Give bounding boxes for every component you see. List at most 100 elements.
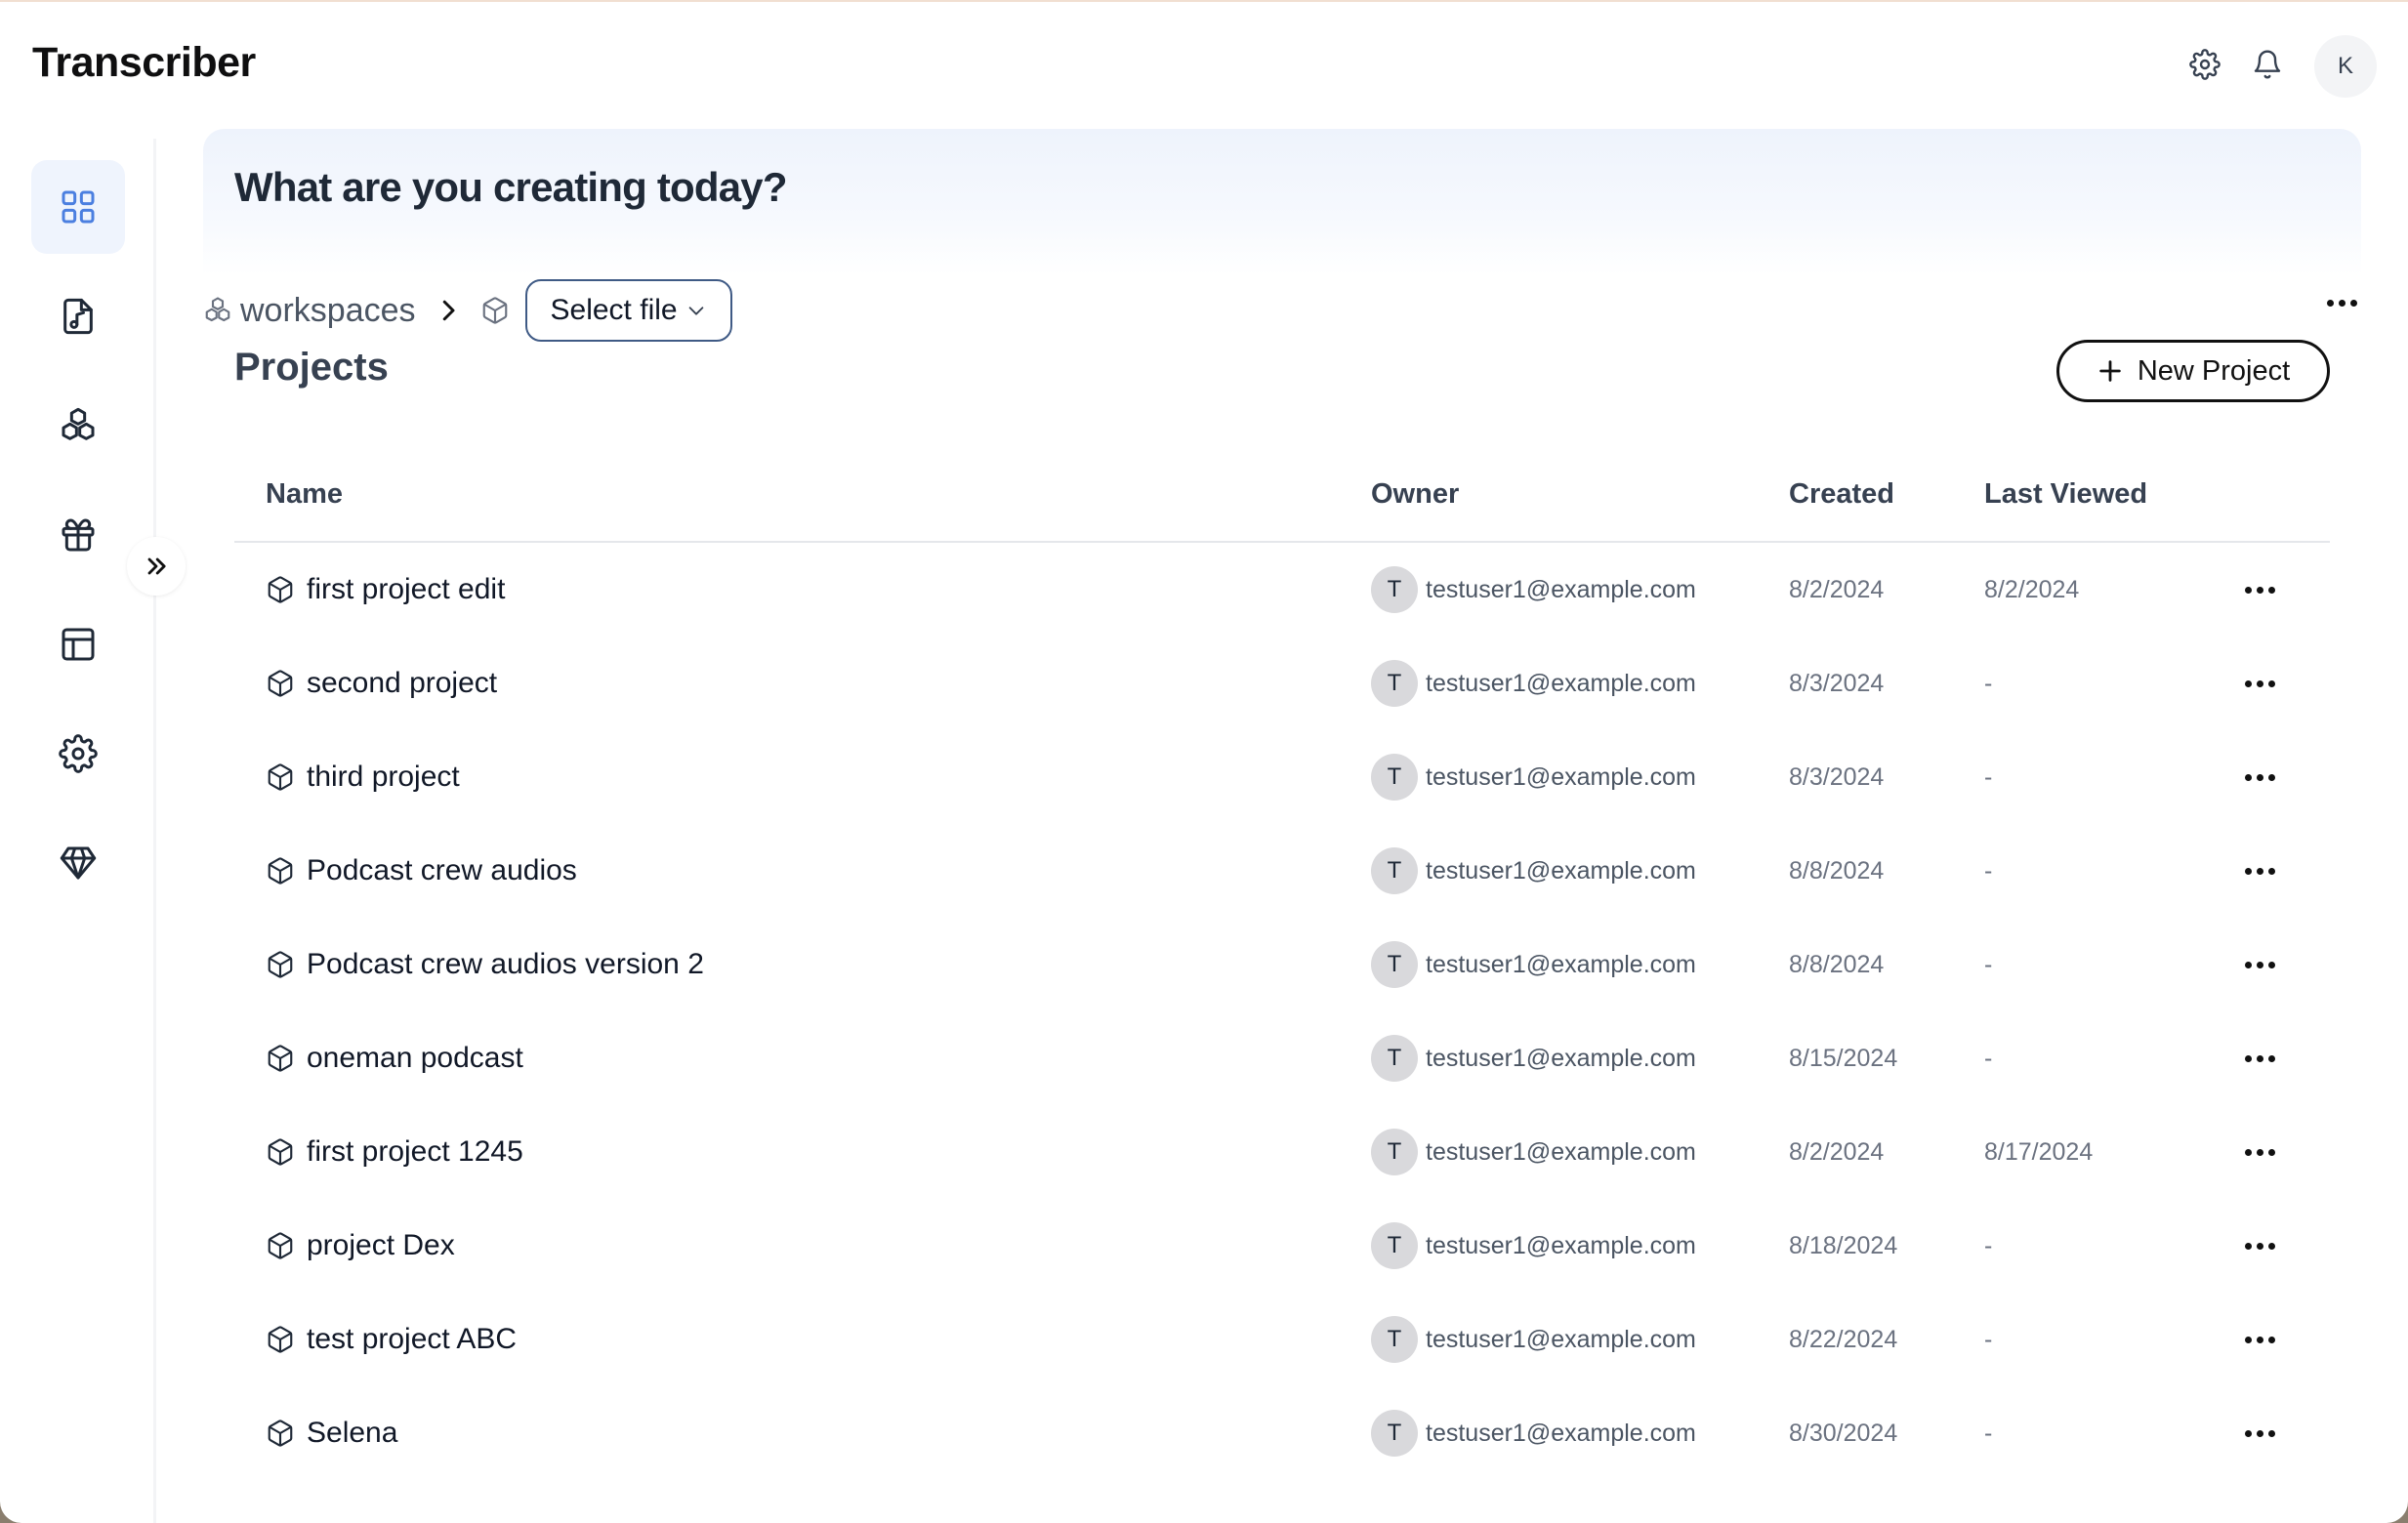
settings-button[interactable] [2185,45,2224,84]
project-name-cell[interactable]: Selena [266,1386,397,1480]
row-more-button[interactable] [2238,1414,2281,1453]
last-viewed-date: - [1984,856,1993,885]
row-more-button[interactable] [2238,1226,2281,1265]
column-header-owner[interactable]: Owner [1371,478,1459,511]
owner-email: testuser1@example.com [1426,950,1696,978]
project-name: first project 1245 [307,1135,523,1168]
row-more-button[interactable] [2238,758,2281,797]
more-horizontal-icon [2244,1429,2275,1437]
owner-cell: T testuser1@example.com [1371,824,1696,918]
box-icon [268,1420,293,1447]
project-name-cell[interactable]: Podcast crew audios [266,824,577,918]
project-name-cell[interactable]: first project edit [266,543,505,637]
row-more-button[interactable] [2238,1039,2281,1078]
project-name-cell[interactable]: project Dex [266,1199,455,1293]
project-name: third project [307,761,460,793]
table-row[interactable]: second project T testuser1@example.com 8… [234,637,2330,730]
created-date: 8/3/2024 [1789,669,1885,697]
select-file-dropdown[interactable]: Select file [524,279,732,342]
gear-icon [59,734,98,773]
table-row[interactable]: project Dex T testuser1@example.com 8/18… [234,1199,2330,1293]
table-row[interactable]: first project edit T testuser1@example.c… [234,543,2330,637]
projects-table: Name Owner Created Last Viewed first pro… [234,459,2330,1480]
gear-icon [2189,49,2221,80]
more-horizontal-icon [2244,867,2275,875]
table-row[interactable]: first project 1245 T testuser1@example.c… [234,1105,2330,1199]
owner-cell: T testuser1@example.com [1371,1011,1696,1105]
avatar: T [1371,660,1418,707]
more-horizontal-icon [2244,1054,2275,1062]
box-icon [268,1232,293,1259]
row-more-button[interactable] [2238,945,2281,984]
hero-title: What are you creating today? [234,164,788,210]
sidebar-item-settings[interactable] [31,707,125,801]
last-viewed-date: - [1984,762,1993,791]
box-icon [268,670,293,697]
more-horizontal-icon [2244,773,2275,781]
row-more-button[interactable] [2238,664,2281,703]
sidebar-item-audio[interactable] [31,269,125,363]
more-horizontal-icon [2244,1336,2275,1343]
cubes-icon [62,407,95,440]
more-horizontal-icon [2244,679,2275,687]
project-name-cell[interactable]: second project [266,637,497,730]
row-more-button[interactable] [2238,851,2281,890]
project-name-cell[interactable]: oneman podcast [266,1011,523,1105]
project-name-cell[interactable]: Podcast crew audios version 2 [266,918,704,1011]
diamond-icon [60,846,97,880]
avatar: T [1371,1222,1418,1269]
avatar: T [1371,1129,1418,1175]
box-icon [268,951,293,978]
project-name: Selena [307,1417,398,1449]
breadcrumb-workspaces-link[interactable]: workspaces [240,292,416,330]
table-row[interactable]: Selena T testuser1@example.com 8/30/2024… [234,1386,2330,1480]
sidebar-item-workspaces[interactable] [31,379,125,473]
grid-icon [62,190,95,224]
table-row[interactable]: third project T testuser1@example.com 8/… [234,730,2330,824]
project-name: second project [307,667,498,699]
last-viewed-date: - [1984,1419,1993,1447]
box-icon [268,1326,293,1353]
page-title: Projects [234,346,389,389]
sidebar-item-layout[interactable] [31,597,125,691]
column-header-created[interactable]: Created [1789,478,1894,511]
table-row[interactable]: oneman podcast T testuser1@example.com 8… [234,1011,2330,1105]
sidebar-item-gifts[interactable] [31,488,125,582]
table-row[interactable]: Podcast crew audios version 2 T testuser… [234,918,2330,1011]
owner-email: testuser1@example.com [1426,575,1696,603]
cubes-icon [203,296,232,325]
created-date: 8/2/2024 [1789,1137,1885,1166]
sidebar-item-dashboard[interactable] [31,160,125,254]
table-body: first project edit T testuser1@example.c… [234,543,2330,1480]
project-name-cell[interactable]: test project ABC [266,1293,517,1386]
column-header-last-viewed[interactable]: Last Viewed [1984,478,2147,511]
last-viewed-date: - [1984,669,1993,697]
row-more-button[interactable] [2238,570,2281,609]
user-avatar[interactable]: K [2314,35,2377,98]
more-horizontal-icon [2244,961,2275,968]
project-name-cell[interactable]: third project [266,730,460,824]
table-row[interactable]: test project ABC T testuser1@example.com… [234,1293,2330,1386]
owner-cell: T testuser1@example.com [1371,637,1696,730]
owner-email: testuser1@example.com [1426,1137,1696,1166]
page-more-button[interactable] [2320,285,2363,320]
owner-cell: T testuser1@example.com [1371,1293,1696,1386]
column-header-name[interactable]: Name [266,478,343,511]
row-more-button[interactable] [2238,1132,2281,1172]
box-icon [268,1138,293,1166]
new-project-button[interactable]: New Project [2056,340,2330,402]
table-row[interactable]: Podcast crew audios T testuser1@example.… [234,824,2330,918]
created-date: 8/8/2024 [1789,950,1885,978]
layout-icon [62,628,95,661]
project-name-cell[interactable]: first project 1245 [266,1105,523,1199]
notifications-button[interactable] [2248,45,2287,84]
box-icon [268,857,293,885]
avatar: T [1371,1410,1418,1457]
last-viewed-date: 8/2/2024 [1984,575,2080,603]
sidebar-item-premium[interactable] [31,816,125,910]
sidebar-expand-button[interactable] [127,537,186,596]
row-more-button[interactable] [2238,1320,2281,1359]
created-date: 8/15/2024 [1789,1044,1898,1072]
project-name: Podcast crew audios version 2 [307,948,704,980]
owner-cell: T testuser1@example.com [1371,918,1696,1011]
